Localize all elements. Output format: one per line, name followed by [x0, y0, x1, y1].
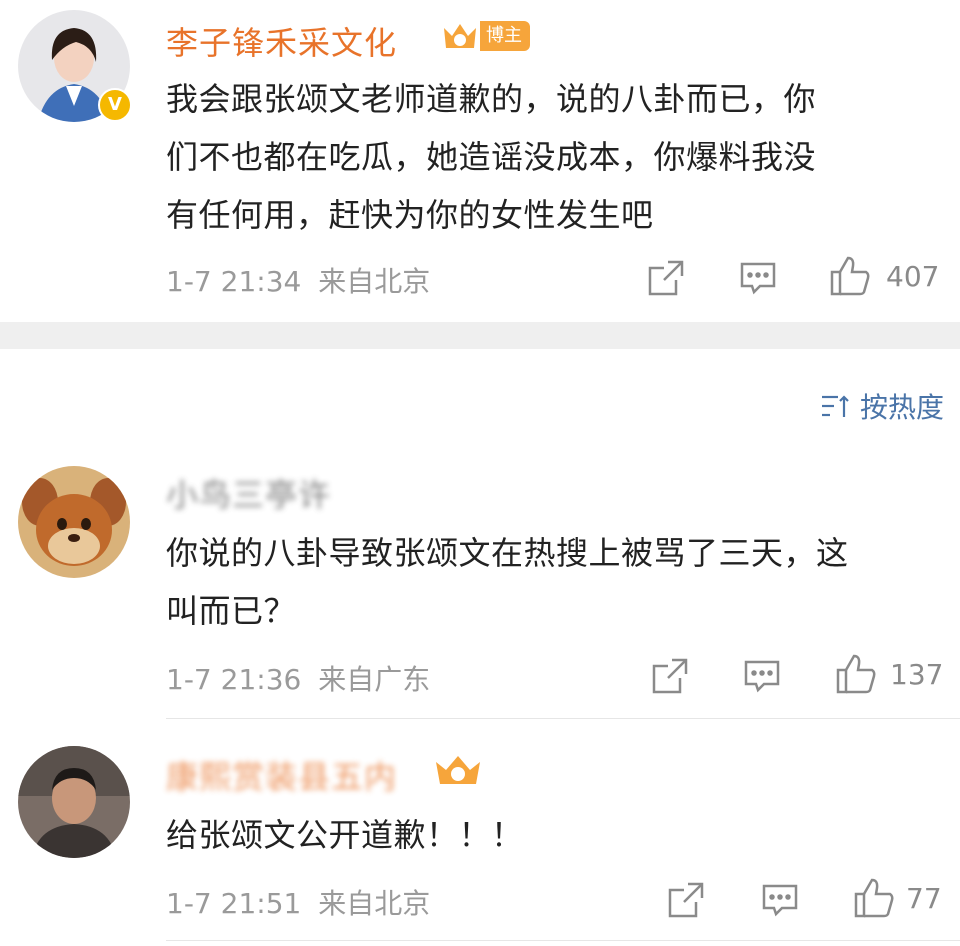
comment-separator — [166, 940, 960, 941]
share-icon[interactable] — [666, 880, 708, 922]
comment-text: 你说的八卦导致张颂文在热搜上被骂了三天，这 叫而已？ — [166, 524, 849, 640]
author-name[interactable]: 李子锋禾采文化 — [166, 18, 397, 64]
verified-badge-icon: V — [98, 88, 132, 122]
sort-by-hot-button[interactable]: 按热度 — [820, 386, 944, 426]
comment-meta: 1-7 21:51 来自北京 — [166, 882, 430, 922]
comment-line: 你说的八卦导致张颂文在热搜上被骂了三天，这 — [166, 534, 849, 572]
comment-separator — [166, 718, 960, 719]
comment-line: 叫而已？ — [166, 592, 297, 630]
crown-level-icon — [440, 20, 480, 52]
comment-meta: 1-7 21:36 来自广东 — [166, 658, 430, 698]
sort-label: 按热度 — [859, 391, 944, 424]
blogger-badge: 博主 — [440, 20, 530, 52]
comment-location: 来自广东 — [318, 663, 431, 696]
comment-line: 我会跟张颂文老师道歉的，说的八卦而已，你 — [166, 80, 817, 118]
comment-line: 有任何用，赶快为你的女性发生吧 — [166, 196, 654, 234]
sort-icon — [820, 393, 850, 419]
avatar[interactable] — [18, 746, 130, 858]
comment-date: 1-7 21:51 — [166, 887, 302, 920]
comment-date: 1-7 21:36 — [166, 663, 302, 696]
comment-location: 来自北京 — [318, 887, 431, 920]
comment-date: 1-7 21:34 — [166, 265, 302, 298]
blogger-label: 博主 — [480, 21, 530, 51]
like-count: 137 — [890, 658, 944, 691]
share-icon[interactable] — [646, 258, 688, 300]
like-count: 77 — [906, 882, 942, 915]
crown-level-icon — [432, 752, 484, 788]
comment-line: 们不也都在吃瓜，她造谣没成本，你爆料我没 — [166, 138, 817, 176]
author-name[interactable]: 康熙赏装县五内 — [166, 752, 397, 798]
author-name[interactable]: 小鸟三亭许 — [166, 470, 331, 516]
section-divider — [0, 322, 960, 349]
fan-level-badge — [432, 752, 484, 788]
comment-line: 给张颂文公开道歉！！！ — [166, 816, 524, 854]
like-icon[interactable] — [834, 652, 876, 694]
like-icon[interactable] — [852, 876, 894, 918]
comment-icon[interactable] — [760, 880, 802, 922]
share-icon[interactable] — [650, 656, 692, 698]
like-icon[interactable] — [828, 254, 870, 296]
comment-icon[interactable] — [742, 656, 784, 698]
comment-meta: 1-7 21:34 来自北京 — [166, 260, 430, 300]
comment-icon[interactable] — [738, 258, 780, 300]
like-count: 407 — [886, 260, 940, 293]
comment-text: 我会跟张颂文老师道歉的，说的八卦而已，你 们不也都在吃瓜，她造谣没成本，你爆料我… — [166, 70, 816, 244]
comment-location: 来自北京 — [318, 265, 431, 298]
avatar[interactable] — [18, 466, 130, 578]
comment-text: 给张颂文公开道歉！！！ — [166, 806, 524, 864]
